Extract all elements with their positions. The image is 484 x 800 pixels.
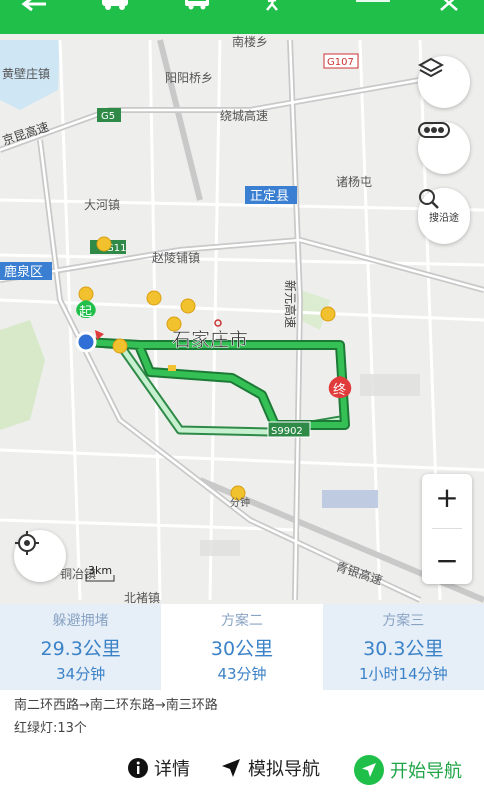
simulate-navigation-button[interactable]: 模拟导航 [220, 755, 320, 781]
map-label: 阳阳桥乡 [165, 71, 213, 85]
map-label: 南楼乡 [232, 34, 268, 49]
car-mode-icon[interactable] [100, 0, 130, 12]
traffic-light-icon [418, 122, 450, 138]
zoom-in-button[interactable]: + [435, 481, 458, 514]
route-tag: 方案三 [382, 613, 425, 629]
route-map[interactable]: 南楼乡 黄壁庄镇 阳阳桥乡 绕城高速 诸杨屯 大河镇 赵陵铺镇 北褚镇 青银高速… [0, 34, 484, 604]
zoom-controls: + − [422, 474, 472, 584]
bus-mode-icon[interactable] [182, 0, 212, 12]
action-bar: 详情 模拟导航 开始导航 [0, 745, 484, 795]
walk-mode-icon[interactable] [264, 0, 284, 14]
map-label-district: 鹿泉区 [4, 264, 43, 280]
start-navigation-button[interactable]: 开始导航 [354, 755, 462, 785]
route-options: 躲避拥堵 29.3公里 34分钟 方案二 30公里 43分钟 方案三 30.3公… [0, 604, 484, 690]
highway-shield: G107 [327, 57, 354, 68]
search-icon [419, 189, 439, 209]
layers-button[interactable] [418, 56, 470, 108]
map-canvas: 南楼乡 黄壁庄镇 阳阳桥乡 绕城高速 诸杨屯 大河镇 赵陵铺镇 北褚镇 青银高速… [0, 34, 484, 604]
route-roads: 南二环西路→南二环东路→南三环路 [14, 698, 218, 713]
simulate-label: 模拟导航 [248, 759, 320, 780]
map-label: 青银高速 [334, 559, 384, 588]
route-option-2[interactable]: 方案二 30公里 43分钟 [161, 604, 323, 690]
navigation-arrow-icon [222, 759, 240, 777]
close-icon[interactable] [438, 0, 460, 14]
route-distance: 30.3公里 [363, 638, 444, 660]
start-badge: 起 [79, 305, 92, 320]
route-tag: 方案二 [220, 613, 263, 629]
end-badge: 终 [333, 382, 346, 398]
route-duration: 34分钟 [56, 665, 106, 683]
zoom-out-button[interactable]: − [435, 544, 458, 577]
zoom-divider [432, 528, 462, 530]
details-label: 详情 [154, 759, 190, 780]
map-label: 北褚镇 [124, 591, 160, 604]
map-label: 大河镇 [84, 198, 120, 212]
scale-label: 3km [88, 564, 113, 577]
route-duration: 1小时14分钟 [359, 665, 448, 683]
map-label: 赵陵铺镇 [152, 251, 200, 265]
locate-button[interactable] [14, 530, 66, 582]
map-label: 新元高速 [283, 280, 298, 328]
route-option-3[interactable]: 方案三 30.3公里 1小时14分钟 [322, 604, 484, 690]
traffic-toggle-button[interactable] [418, 122, 470, 174]
traffic-light-count: 红绿灯:13个 [14, 721, 87, 736]
search-along-label: 搜沿途 [429, 213, 459, 224]
highway-shield: G5 [101, 111, 115, 122]
layers-icon [418, 57, 444, 78]
highway-shield: S9902 [271, 426, 303, 437]
map-label-county: 正定县 [250, 189, 289, 204]
route-duration: 43分钟 [217, 665, 267, 683]
locate-icon [15, 531, 39, 555]
map-label: 绕城高速 [220, 108, 268, 123]
route-option-1[interactable]: 躲避拥堵 29.3公里 34分钟 [0, 604, 162, 690]
start-label: 开始导航 [390, 761, 462, 782]
top-bar [0, 0, 484, 34]
info-icon [128, 758, 148, 778]
route-distance: 30公里 [210, 638, 274, 660]
route-tag: 躲避拥堵 [52, 613, 109, 629]
map-label: 诸杨屯 [336, 174, 372, 189]
more-mode-icon[interactable] [356, 0, 390, 8]
back-icon[interactable] [20, 0, 48, 14]
map-label: 黄壁庄镇 [2, 66, 50, 81]
route-distance: 29.3公里 [40, 638, 121, 660]
start-navigation-icon [354, 755, 384, 785]
details-button[interactable]: 详情 [128, 755, 190, 781]
city-label: 石家庄市 [172, 329, 248, 351]
map-label: 分钟 [230, 496, 250, 509]
search-along-button[interactable]: 搜沿途 [418, 188, 470, 244]
